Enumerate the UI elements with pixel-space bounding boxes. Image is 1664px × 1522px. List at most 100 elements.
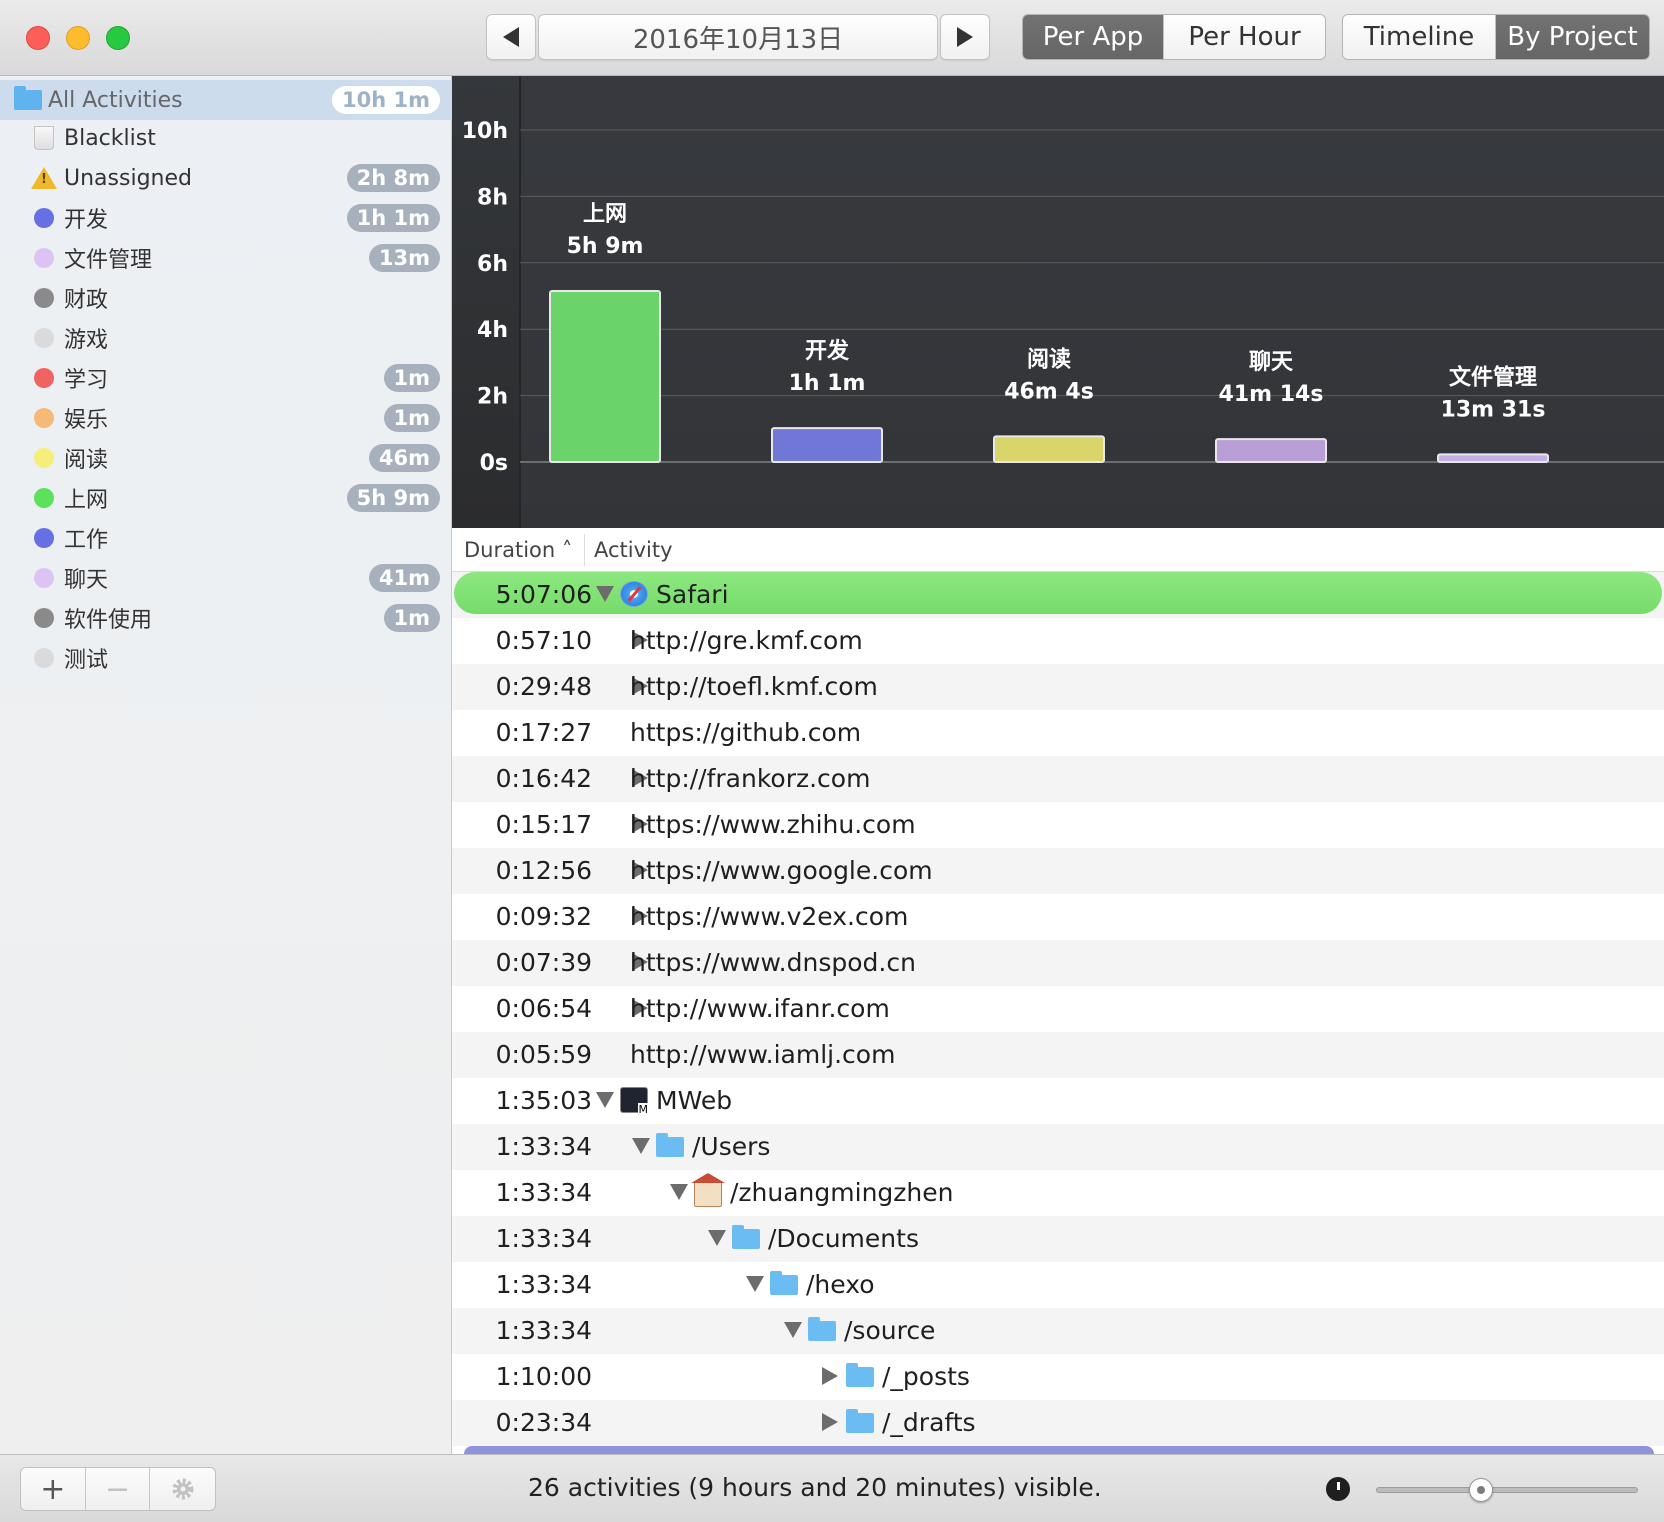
table-row[interactable]: 0:06:54 http://www.ifanr.com xyxy=(452,986,1664,1032)
duration-cell: 1:33:34 xyxy=(495,1224,592,1253)
safari-icon xyxy=(620,581,648,607)
sidebar-item[interactable]: 财政 xyxy=(0,278,452,318)
sidebar-item[interactable]: 软件使用 1m xyxy=(0,598,452,638)
table-row[interactable]: 0:12:56 https://www.google.com xyxy=(452,848,1664,894)
activity-cell: /zhuangmingzhen xyxy=(730,1178,954,1207)
sidebar-item[interactable]: 文件管理 13m xyxy=(0,238,452,278)
duration-badge: 5h 9m xyxy=(346,484,440,512)
project-color-dot xyxy=(34,448,54,468)
table-row[interactable]: 1:35:03 MWeb xyxy=(452,1078,1664,1124)
disclosure-expanded-icon[interactable] xyxy=(708,1230,726,1246)
add-project-button[interactable]: + xyxy=(21,1468,86,1510)
close-window-button[interactable] xyxy=(26,26,50,50)
clock-icon xyxy=(1326,1477,1350,1501)
remove-project-button[interactable]: − xyxy=(86,1468,151,1510)
sidebar-item-label: 阅读 xyxy=(64,448,109,473)
duration-cell: 0:06:54 xyxy=(495,994,592,1023)
tab-per-hour[interactable]: Per Hour xyxy=(1164,15,1325,59)
table-row[interactable]: 1:33:34/zhuangmingzhen xyxy=(452,1170,1664,1216)
table-row[interactable]: 0:29:48 http://toefl.kmf.com xyxy=(452,664,1664,710)
sidebar-item[interactable]: 上网 5h 9m xyxy=(0,478,452,518)
duration-badge: 13m xyxy=(368,244,440,272)
disclosure-expanded-icon[interactable] xyxy=(784,1322,802,1338)
settings-button[interactable] xyxy=(150,1468,215,1510)
sidebar-item[interactable]: 娱乐 1m xyxy=(0,398,452,438)
disclosure-expanded-icon[interactable] xyxy=(670,1184,688,1200)
duration-cell: 0:23:34 xyxy=(495,1408,592,1437)
sidebar-item-label: All Activities xyxy=(48,87,183,113)
sidebar-item[interactable]: 测试 xyxy=(0,638,452,678)
table-row[interactable]: 0:16:42 http://frankorz.com xyxy=(452,756,1664,802)
activity-cell: http://gre.kmf.com xyxy=(630,626,863,655)
table-row[interactable]: 0:17:27 https://github.com xyxy=(452,710,1664,756)
activity-cell: http://www.iamlj.com xyxy=(630,1040,896,1069)
tab-per-app[interactable]: Per App xyxy=(1023,15,1165,59)
app-window: 2016年10月13日 Per App Per Hour Timeline By… xyxy=(0,0,1664,1522)
duration-cell: 0:15:17 xyxy=(495,810,592,839)
y-tick-label: 10h xyxy=(462,119,508,144)
disclosure-expanded-icon[interactable] xyxy=(632,1138,650,1154)
folder-icon xyxy=(808,1317,836,1341)
sidebar-item[interactable]: 聊天 41m xyxy=(0,558,452,598)
table-row[interactable]: 1:10:00 /_posts xyxy=(452,1354,1664,1400)
table-row[interactable]: 1:33:34/Users xyxy=(452,1124,1664,1170)
zoom-window-button[interactable] xyxy=(106,26,130,50)
project-color-dot xyxy=(34,648,54,668)
table-row[interactable]: 1:33:34/source xyxy=(452,1308,1664,1354)
tab-by-project[interactable]: By Project xyxy=(1496,15,1649,59)
sidebar-item[interactable]: All Activities 10h 1m xyxy=(0,80,452,120)
duration-cell: 1:33:34 xyxy=(495,1132,592,1161)
table-row[interactable]: 0:57:10 http://gre.kmf.com xyxy=(452,618,1664,664)
sidebar-item[interactable]: 阅读 46m xyxy=(0,438,452,478)
date-display[interactable]: 2016年10月13日 xyxy=(538,14,938,60)
activity-column-header[interactable]: Activity xyxy=(594,538,673,562)
zoom-slider-knob[interactable] xyxy=(1468,1478,1493,1502)
duration-cell: 0:16:42 xyxy=(495,764,592,793)
zoom-slider-track[interactable] xyxy=(1376,1487,1638,1493)
sidebar-item[interactable]: Blacklist xyxy=(0,118,452,158)
disclosure-collapsed-icon[interactable] xyxy=(822,1367,838,1385)
table-row[interactable]: 1:33:34/Documents xyxy=(452,1216,1664,1262)
y-tick-label: 6h xyxy=(477,252,508,277)
folder-icon xyxy=(770,1271,798,1295)
table-row[interactable]: 1:33:34/hexo xyxy=(452,1262,1664,1308)
project-color-dot xyxy=(34,208,54,228)
activity-cell: https://github.com xyxy=(630,718,862,747)
warning-icon xyxy=(31,167,57,189)
duration-badge: 10h 1m xyxy=(332,86,440,114)
bar xyxy=(1437,453,1549,464)
table-row[interactable]: 0:15:17 https://www.zhihu.com xyxy=(452,802,1664,848)
sidebar-item[interactable]: 学习 1m xyxy=(0,358,452,398)
activity-cell: /source xyxy=(844,1316,936,1345)
next-row-highlight xyxy=(464,1446,1654,1454)
sidebar-item-label: Unassigned xyxy=(64,165,192,191)
sidebar-item[interactable]: 开发 1h 1m xyxy=(0,198,452,238)
disclosure-expanded-icon[interactable] xyxy=(596,1092,614,1108)
duration-cell: 0:29:48 xyxy=(495,672,592,701)
minimize-window-button[interactable] xyxy=(66,26,90,50)
duration-badge: 41m xyxy=(368,564,440,592)
activity-cell: https://www.google.com xyxy=(630,856,933,885)
disclosure-collapsed-icon[interactable] xyxy=(822,1413,838,1431)
table-row[interactable]: 0:23:34 /_drafts xyxy=(452,1400,1664,1446)
sidebar-item[interactable]: 工作 xyxy=(0,518,452,558)
disclosure-expanded-icon[interactable] xyxy=(746,1276,764,1292)
duration-column-header[interactable]: Duration ˄ xyxy=(464,538,572,562)
table-row[interactable]: 0:07:39 https://www.dnspod.cn xyxy=(452,940,1664,986)
table-row[interactable]: 0:05:59 http://www.iamlj.com xyxy=(452,1032,1664,1078)
disclosure-expanded-icon[interactable] xyxy=(596,586,614,602)
table-row[interactable]: 0:09:32 https://www.v2ex.com xyxy=(452,894,1664,940)
sidebar-actions: + − xyxy=(20,1467,216,1511)
sidebar-item[interactable]: Unassigned 2h 8m xyxy=(0,158,452,198)
sidebar-item-label: 娱乐 xyxy=(64,408,109,433)
sidebar-item[interactable]: 游戏 xyxy=(0,318,452,358)
next-day-button[interactable] xyxy=(940,14,990,60)
table-row[interactable]: 5:07:06 Safari xyxy=(452,572,1664,618)
previous-day-button[interactable] xyxy=(486,14,536,60)
gear-icon xyxy=(172,1478,194,1500)
bar-category-label: 文件管理 xyxy=(1449,364,1537,390)
project-color-dot xyxy=(34,488,54,508)
tab-timeline[interactable]: Timeline xyxy=(1343,15,1496,59)
bar-value-label: 13m 31s xyxy=(1441,397,1546,422)
y-tick-label: 0s xyxy=(480,451,508,476)
